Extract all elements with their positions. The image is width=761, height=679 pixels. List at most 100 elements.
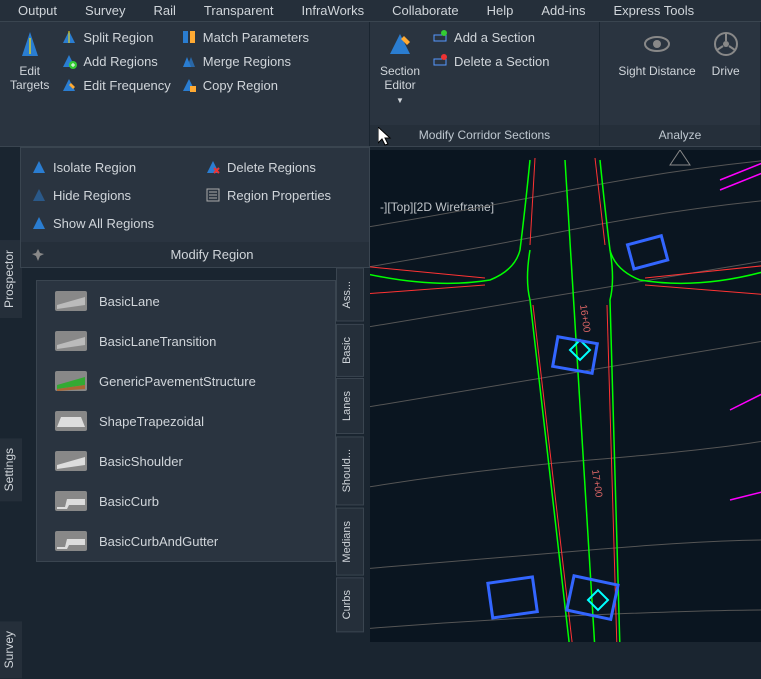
properties-icon [205,187,221,203]
asm-basiccurbandgutter[interactable]: BasicCurbAndGutter [37,521,335,561]
curbgutter-thumb-icon [55,531,87,551]
asmtab-curbs[interactable]: Curbs [336,577,364,632]
menu-collaborate[interactable]: Collaborate [378,1,473,20]
panel-label-sections: Modify Corridor Sections [370,125,599,146]
merge-regions-button[interactable]: Merge Regions [179,52,311,70]
region-properties-button[interactable]: Region Properties [203,186,353,204]
hide-regions-button[interactable]: Hide Regions [29,186,179,204]
delete-section-icon [432,53,448,69]
section-editor-button[interactable]: Section Editor ▼ [376,26,424,121]
asmtab-assemblies[interactable]: Ass... [336,268,364,322]
add-regions-label: Add Regions [83,54,157,69]
asm-genericpavement[interactable]: GenericPavementStructure [37,361,335,401]
asm-item-label: BasicLane [99,294,160,309]
menu-help[interactable]: Help [473,1,528,20]
asm-item-label: BasicCurb [99,494,159,509]
station-label: 17+00 [589,469,604,499]
menu-rail[interactable]: Rail [140,1,190,20]
edit-targets-label: Edit Targets [10,64,49,92]
delete-section-button[interactable]: Delete a Section [430,52,551,70]
asmtab-basic[interactable]: Basic [336,324,364,377]
edit-targets-button[interactable]: Edit Targets [6,26,53,142]
menubar: Output Survey Rail Transparent InfraWork… [0,0,761,22]
menu-output[interactable]: Output [4,1,71,20]
trap-thumb-icon [55,411,87,431]
merge-regions-label: Merge Regions [203,54,291,69]
add-region-icon [61,53,77,69]
merge-icon [181,53,197,69]
drawing-viewport[interactable]: -][Top][2D Wireframe] [370,150,761,642]
edit-freq-icon [61,77,77,93]
edit-frequency-label: Edit Frequency [83,78,170,93]
station-label: 16+00 [577,304,592,334]
match-parameters-button[interactable]: Match Parameters [179,28,311,46]
drawing-canvas: 16+00 17+00 [370,150,761,642]
asm-basiclanetransition[interactable]: BasicLaneTransition [37,321,335,361]
steering-icon [710,28,742,60]
panel-label-analyze: Analyze [600,125,760,146]
cursor-icon [378,127,394,147]
menu-addins[interactable]: Add-ins [527,1,599,20]
split-region-button[interactable]: Split Region [59,28,172,46]
left-sidebar-tabs: Prospector Settings Survey [0,150,22,679]
shoulder-thumb-icon [55,451,87,471]
match-icon [181,29,197,45]
asm-basiccurb[interactable]: BasicCurb [37,481,335,521]
split-region-label: Split Region [83,30,153,45]
menu-expresstools[interactable]: Express Tools [599,1,708,20]
region-properties-label: Region Properties [227,188,331,203]
hide-regions-label: Hide Regions [53,188,131,203]
match-parameters-label: Match Parameters [203,30,309,45]
add-regions-button[interactable]: Add Regions [59,52,172,70]
asmtab-lanes[interactable]: Lanes [336,378,364,434]
asm-basiclane[interactable]: BasicLane [37,281,335,321]
tab-settings[interactable]: Settings [0,438,22,501]
tab-survey[interactable]: Survey [0,621,22,678]
menu-transparent[interactable]: Transparent [190,1,288,20]
delete-regions-icon [205,159,221,175]
edit-frequency-button[interactable]: Edit Frequency [59,76,172,94]
showall-icon [31,215,47,231]
section-editor-icon [384,28,416,60]
chevron-down-icon: ▼ [396,96,404,105]
menu-infraworks[interactable]: InfraWorks [288,1,379,20]
curb-thumb-icon [55,491,87,511]
add-section-label: Add a Section [454,30,535,45]
menu-survey[interactable]: Survey [71,1,139,20]
show-all-regions-button[interactable]: Show All Regions [29,214,179,232]
copy-region-label: Copy Region [203,78,278,93]
drive-button[interactable]: Drive [706,26,746,121]
tab-prospector[interactable]: Prospector [0,240,22,318]
isolate-region-button[interactable]: Isolate Region [29,158,179,176]
delete-regions-button[interactable]: Delete Regions [203,158,353,176]
isolate-region-label: Isolate Region [53,160,136,175]
asmtab-shoulders[interactable]: Should... [336,436,364,505]
ribbon-panel-modify: Edit Targets Split Region Add Regions Ed… [0,22,370,146]
copy-region-button[interactable]: Copy Region [179,76,311,94]
eye-icon [641,28,673,60]
assembly-list: BasicLane BasicLaneTransition GenericPav… [36,280,336,562]
hide-icon [31,187,47,203]
lane-thumb-icon [55,291,87,311]
modify-region-dropdown: Isolate Region Delete Regions Hide Regio… [20,147,370,268]
add-section-icon [432,29,448,45]
lane-thumb-icon [55,331,87,351]
drive-label: Drive [712,64,740,78]
dropdown-footer[interactable]: Modify Region [21,242,369,267]
asm-item-label: GenericPavementStructure [99,374,256,389]
asm-item-label: BasicCurbAndGutter [99,534,218,549]
asmtab-medians[interactable]: Medians [336,508,364,576]
dropdown-footer-label: Modify Region [55,247,369,262]
sight-distance-button[interactable]: Sight Distance [614,26,699,121]
delete-regions-label: Delete Regions [227,160,316,175]
section-editor-label: Section Editor [380,64,420,92]
add-section-button[interactable]: Add a Section [430,28,551,46]
assembly-tabs: Ass... Basic Lanes Should... Medians Cur… [336,268,364,635]
show-all-regions-label: Show All Regions [53,216,154,231]
asm-item-label: BasicLaneTransition [99,334,216,349]
copy-icon [181,77,197,93]
ribbon-panel-sections: Section Editor ▼ Add a Section Delete a … [370,22,600,146]
asm-basicshoulder[interactable]: BasicShoulder [37,441,335,481]
delete-section-label: Delete a Section [454,54,549,69]
asm-shapetrapezoidal[interactable]: ShapeTrapezoidal [37,401,335,441]
